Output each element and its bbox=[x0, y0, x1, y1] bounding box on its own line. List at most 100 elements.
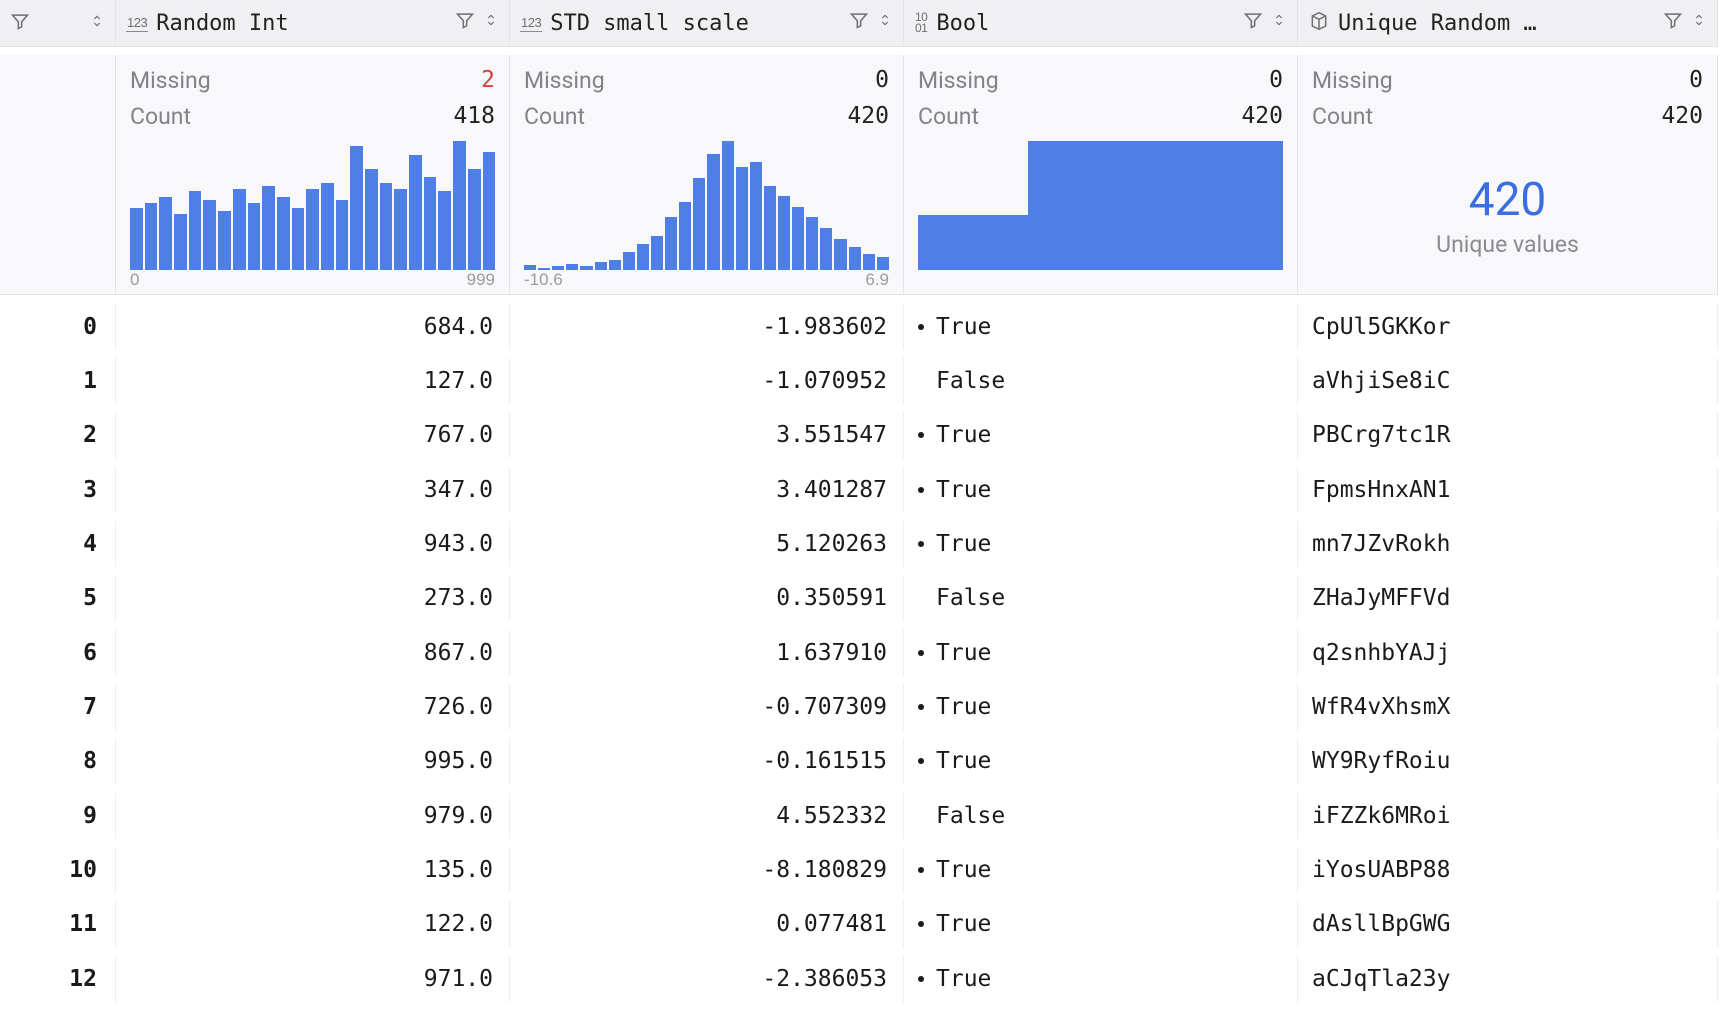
cell-unique-random[interactable]: PBCrg7tc1R bbox=[1298, 412, 1718, 458]
stat-label-count: Count bbox=[524, 99, 585, 135]
cell-random-int[interactable]: 684.0 bbox=[116, 304, 510, 350]
row-index[interactable]: 12 bbox=[0, 956, 116, 1002]
cell-bool[interactable]: False bbox=[904, 358, 1298, 404]
column-header[interactable]: Unique Random … bbox=[1298, 0, 1718, 47]
cell-random-int[interactable]: 979.0 bbox=[116, 793, 510, 839]
sort-button[interactable] bbox=[877, 10, 893, 36]
cell-std[interactable]: 0.350591 bbox=[510, 575, 904, 621]
cell-bool[interactable]: False bbox=[904, 575, 1298, 621]
axis-max: 6.9 bbox=[865, 270, 889, 290]
cell-bool[interactable]: True bbox=[904, 847, 1298, 893]
cell-random-int[interactable]: 273.0 bbox=[116, 575, 510, 621]
column-header[interactable]: 1001Bool bbox=[904, 0, 1298, 47]
cell-random-int[interactable]: 943.0 bbox=[116, 521, 510, 567]
cell-std[interactable]: 0.077481 bbox=[510, 901, 904, 947]
cell-bool[interactable]: True bbox=[904, 521, 1298, 567]
histogram-bar bbox=[218, 211, 231, 270]
cell-unique-random[interactable]: ZHaJyMFFVd bbox=[1298, 575, 1718, 621]
cell-std[interactable]: 5.120263 bbox=[510, 521, 904, 567]
column-name: Unique Random … bbox=[1338, 11, 1655, 36]
cell-std[interactable]: -0.707309 bbox=[510, 684, 904, 730]
cell-bool[interactable]: True bbox=[904, 901, 1298, 947]
row-index[interactable]: 3 bbox=[0, 467, 116, 513]
stat-value-missing: 0 bbox=[875, 63, 889, 99]
cell-unique-random[interactable]: CpUl5GKKor bbox=[1298, 304, 1718, 350]
cell-unique-random[interactable]: q2snhbYAJj bbox=[1298, 630, 1718, 676]
histogram-bar bbox=[394, 189, 407, 271]
histogram-bar bbox=[262, 186, 275, 271]
cell-random-int[interactable]: 135.0 bbox=[116, 847, 510, 893]
cell-bool[interactable]: True bbox=[904, 738, 1298, 784]
cell-unique-random[interactable]: aCJqTla23y bbox=[1298, 956, 1718, 1002]
column-chart: 0999 bbox=[130, 141, 495, 291]
bool-dot-icon bbox=[918, 541, 924, 547]
row-index[interactable]: 0 bbox=[0, 304, 116, 350]
cell-std[interactable]: 4.552332 bbox=[510, 793, 904, 839]
index-column-header[interactable] bbox=[0, 0, 116, 47]
filter-button[interactable] bbox=[10, 11, 30, 35]
filter-button[interactable] bbox=[455, 10, 475, 36]
row-index[interactable]: 11 bbox=[0, 901, 116, 947]
bool-text: True bbox=[936, 911, 991, 937]
cell-std[interactable]: -0.161515 bbox=[510, 738, 904, 784]
cell-bool[interactable]: True bbox=[904, 467, 1298, 513]
cell-std[interactable]: 3.401287 bbox=[510, 467, 904, 513]
histogram-bar bbox=[130, 208, 143, 270]
cell-std[interactable]: -1.070952 bbox=[510, 358, 904, 404]
cell-random-int[interactable]: 971.0 bbox=[116, 956, 510, 1002]
cell-random-int[interactable]: 347.0 bbox=[116, 467, 510, 513]
cell-std[interactable]: -8.180829 bbox=[510, 847, 904, 893]
filter-button[interactable] bbox=[1663, 10, 1683, 36]
cell-std[interactable]: -2.386053 bbox=[510, 956, 904, 1002]
sort-button[interactable] bbox=[89, 11, 105, 35]
row-index[interactable]: 2 bbox=[0, 412, 116, 458]
sort-button[interactable] bbox=[483, 10, 499, 36]
row-index[interactable]: 4 bbox=[0, 521, 116, 567]
cell-random-int[interactable]: 867.0 bbox=[116, 630, 510, 676]
filter-button[interactable] bbox=[1243, 10, 1263, 36]
bool-dot-icon bbox=[918, 595, 924, 601]
row-index[interactable]: 10 bbox=[0, 847, 116, 893]
cell-std[interactable]: 3.551547 bbox=[510, 412, 904, 458]
cell-unique-random[interactable]: aVhjiSe8iC bbox=[1298, 358, 1718, 404]
row-index[interactable]: 5 bbox=[0, 575, 116, 621]
column-stats: Missing2Count4180999 bbox=[116, 55, 510, 295]
bool-dot-icon bbox=[918, 758, 924, 764]
row-index[interactable]: 9 bbox=[0, 793, 116, 839]
cell-random-int[interactable]: 995.0 bbox=[116, 738, 510, 784]
cell-bool[interactable]: True bbox=[904, 684, 1298, 730]
cell-bool[interactable]: True bbox=[904, 956, 1298, 1002]
cell-bool[interactable]: True bbox=[904, 304, 1298, 350]
bool-text: True bbox=[936, 422, 991, 448]
histogram-bar bbox=[174, 214, 187, 270]
bool-dot-icon bbox=[918, 487, 924, 493]
cell-random-int[interactable]: 127.0 bbox=[116, 358, 510, 404]
row-index[interactable]: 8 bbox=[0, 738, 116, 784]
filter-button[interactable] bbox=[849, 10, 869, 36]
row-index[interactable]: 7 bbox=[0, 684, 116, 730]
cell-random-int[interactable]: 726.0 bbox=[116, 684, 510, 730]
cell-bool[interactable]: True bbox=[904, 630, 1298, 676]
cell-unique-random[interactable]: iFZZk6MRoi bbox=[1298, 793, 1718, 839]
column-header[interactable]: 123Random Int bbox=[116, 0, 510, 47]
cell-unique-random[interactable]: iYosUABP88 bbox=[1298, 847, 1718, 893]
cell-unique-random[interactable]: FpmsHnxAN1 bbox=[1298, 467, 1718, 513]
cell-random-int[interactable]: 767.0 bbox=[116, 412, 510, 458]
sort-button[interactable] bbox=[1271, 10, 1287, 36]
column-header[interactable]: 123STD small scale bbox=[510, 0, 904, 47]
row-index[interactable]: 1 bbox=[0, 358, 116, 404]
stat-label-count: Count bbox=[1312, 99, 1373, 135]
cell-unique-random[interactable]: WfR4vXhsmX bbox=[1298, 684, 1718, 730]
cell-unique-random[interactable]: WY9RyfRoiu bbox=[1298, 738, 1718, 784]
cell-random-int[interactable]: 122.0 bbox=[116, 901, 510, 947]
cell-std[interactable]: -1.983602 bbox=[510, 304, 904, 350]
cell-unique-random[interactable]: mn7JZvRokh bbox=[1298, 521, 1718, 567]
cell-unique-random[interactable]: dAsllBpGWG bbox=[1298, 901, 1718, 947]
cell-bool[interactable]: True bbox=[904, 412, 1298, 458]
cell-bool[interactable]: False bbox=[904, 793, 1298, 839]
histogram-bar bbox=[159, 197, 172, 270]
sort-button[interactable] bbox=[1691, 10, 1707, 36]
bool-dot-icon bbox=[918, 432, 924, 438]
cell-std[interactable]: 1.637910 bbox=[510, 630, 904, 676]
row-index[interactable]: 6 bbox=[0, 630, 116, 676]
